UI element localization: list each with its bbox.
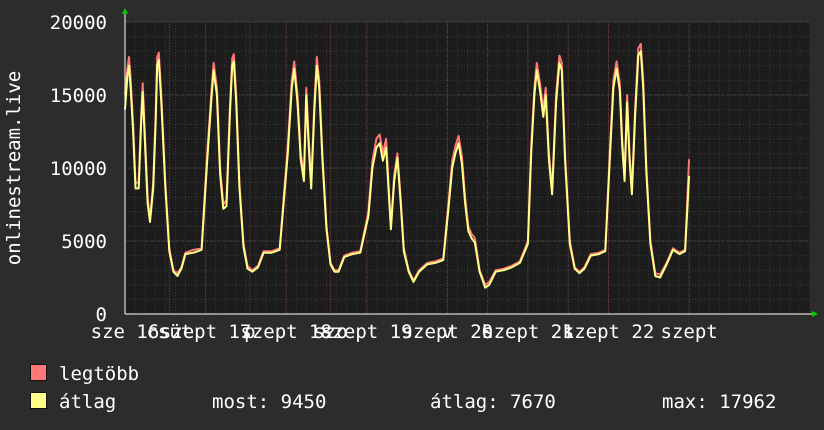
- stat-current: most: 9450: [212, 391, 327, 413]
- y-axis-label: onlinestream.live: [3, 71, 25, 265]
- legend-item-max: legtöbb: [30, 363, 139, 385]
- y-tick-label: 15000: [50, 85, 107, 107]
- y-tick-label: 10000: [50, 158, 107, 180]
- x-tick-label: csüt: [146, 321, 192, 343]
- legend-label-avg: átlag: [59, 391, 117, 413]
- x-axis: sze 16 szept 17szept 18szept 19szept 20sz…: [91, 321, 718, 343]
- stat-average: átlag: 7670: [430, 391, 556, 413]
- legend-swatch-max: [30, 364, 47, 381]
- stat-max: max: 17962: [662, 391, 777, 413]
- x-tick-label: h: [482, 321, 493, 343]
- legend-label-max: legtöbb: [59, 363, 140, 385]
- x-tick-label: k: [563, 321, 575, 343]
- x-tick-label: szept 21: [482, 321, 574, 343]
- y-tick-label: 5000: [61, 231, 107, 253]
- x-axis-arrow-icon: [812, 311, 818, 317]
- chart: 05000100001500020000 sze 16 szept 17szept…: [3, 8, 818, 343]
- y-axis: 05000100001500020000: [50, 12, 107, 326]
- x-tick-label: v: [442, 321, 453, 343]
- x-tick-label: szept 22: [563, 321, 655, 343]
- x-tick-label: p: [244, 321, 255, 343]
- x-tick-label: szo: [313, 321, 347, 343]
- y-axis-arrow-icon: [122, 8, 128, 14]
- legend-item-avg: átlag: [30, 391, 116, 413]
- y-tick-label: 20000: [50, 12, 107, 34]
- legend-swatch-avg: [30, 392, 47, 409]
- x-tick-label: szept: [661, 321, 718, 343]
